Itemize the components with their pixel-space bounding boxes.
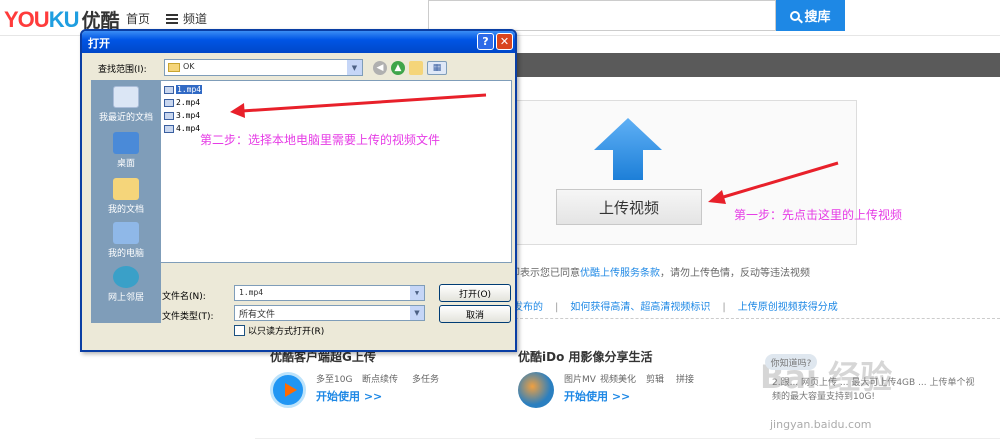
- ido-feature: 拼接: [676, 375, 695, 385]
- video-file-icon: [164, 111, 174, 120]
- places-bar: 我最近的文档 桌面 我的文档 我的电脑 网上邻居: [91, 80, 161, 323]
- place-my-documents[interactable]: 我的文档: [91, 178, 161, 215]
- footer-divider: [255, 438, 1000, 439]
- upload-video-button[interactable]: 上传视频: [556, 189, 702, 225]
- filetype-label: 文件类型(T):: [162, 312, 214, 322]
- place-label: 网上邻居: [107, 293, 144, 303]
- upload-terms-link[interactable]: 优酷上传服务条款: [580, 268, 660, 279]
- my-documents-icon: [113, 178, 139, 200]
- chevron-down-icon[interactable]: ▼: [410, 286, 424, 300]
- faq-badge: 你知道吗?: [765, 354, 817, 370]
- dialog-title: 打开: [88, 37, 110, 50]
- look-in-select[interactable]: OK ▼: [164, 59, 363, 76]
- section-divider: [505, 318, 1000, 319]
- faq-text: 2.跟... 网页上传 ... 最大可上传4GB ... 上传单个视频的最大容量…: [772, 378, 975, 402]
- ido-feature: 图片MV: [564, 375, 596, 385]
- readonly-label: 以只读方式打开(R): [248, 327, 325, 337]
- search-icon: [790, 10, 801, 21]
- baidu-watermark-url: jingyan.baidu.com: [770, 418, 872, 431]
- upload-header-strip: [505, 53, 1000, 77]
- place-label: 我的电脑: [107, 249, 144, 259]
- help-button[interactable]: ?: [477, 33, 494, 50]
- ido-app-icon[interactable]: [518, 372, 554, 408]
- ido-feature: 剪辑: [646, 375, 665, 385]
- client-feature: 多至10G: [316, 375, 353, 385]
- place-label: 我的文档: [107, 205, 144, 215]
- tip-link-revenue[interactable]: 上传原创视频获得分成: [738, 302, 838, 313]
- readonly-checkbox[interactable]: 以只读方式打开(R): [234, 324, 324, 337]
- logo-you-text: YOU: [4, 7, 50, 32]
- checkbox-box[interactable]: [234, 325, 245, 336]
- video-file-icon: [164, 85, 174, 94]
- ido-section-title: 优酷iDo 用影像分享生活: [518, 350, 653, 364]
- step1-arrow: [708, 161, 839, 204]
- place-label: 我最近的文档: [98, 113, 153, 123]
- network-icon: [113, 266, 139, 288]
- place-my-computer[interactable]: 我的电脑: [91, 222, 161, 259]
- cancel-button[interactable]: 取消: [439, 305, 511, 323]
- chevron-down-icon[interactable]: ▼: [347, 60, 362, 75]
- list-item[interactable]: 1.mp4: [164, 84, 203, 95]
- filename-label: 文件名(N):: [162, 292, 206, 302]
- place-label: 桌面: [116, 159, 135, 169]
- upload-arrow-icon: [594, 118, 662, 180]
- agree-suffix: ，请勿上传色情，反动等违法视频: [660, 268, 810, 279]
- folder-icon: [168, 63, 180, 72]
- close-button[interactable]: ✕: [496, 33, 513, 50]
- filename-value: 1.mp4: [239, 288, 264, 297]
- file-name: 3.mp4: [176, 111, 201, 120]
- tip-separator: |: [722, 302, 726, 313]
- dialog-titlebar[interactable]: 打开 ? ✕: [82, 31, 515, 53]
- list-item[interactable]: 3.mp4: [164, 110, 200, 121]
- search-input[interactable]: [428, 0, 776, 31]
- place-recent[interactable]: 我最近的文档: [91, 86, 161, 123]
- file-name: 2.mp4: [176, 98, 201, 107]
- step2-arrow: [230, 93, 487, 118]
- tip-link-published[interactable]: 发布的: [513, 302, 543, 313]
- filetype-value: 所有文件: [239, 310, 276, 320]
- place-network[interactable]: 网上邻居: [91, 266, 161, 303]
- client-feature: 多任务: [412, 375, 440, 385]
- view-menu-icon[interactable]: ▦: [427, 61, 447, 75]
- nav-home-link[interactable]: 首页: [126, 10, 150, 27]
- desktop-icon: [113, 132, 139, 154]
- nav-channel-link[interactable]: 频道: [166, 10, 207, 27]
- client-start-link[interactable]: 开始使用 >>: [316, 388, 382, 404]
- open-file-dialog: 打开 ? ✕ 查找范围(I): OK ▼ ◀ ▲ ▦ 我最近的文档 桌面 我的文档…: [80, 29, 517, 352]
- youku-client-icon[interactable]: [270, 372, 306, 408]
- tip-separator: |: [555, 302, 559, 313]
- search-button-label: 搜库: [804, 10, 831, 25]
- my-computer-icon: [113, 222, 139, 244]
- back-icon[interactable]: ◀: [373, 61, 387, 75]
- file-name: 4.mp4: [176, 124, 201, 133]
- step2-annotation: 第二步：选择本地电脑里需要上传的视频文件: [200, 133, 441, 147]
- search-button[interactable]: 搜库: [776, 0, 845, 31]
- place-desktop[interactable]: 桌面: [91, 132, 161, 169]
- up-folder-icon[interactable]: ▲: [391, 61, 405, 75]
- list-item[interactable]: 4.mp4: [164, 123, 200, 134]
- nav-channel-label: 频道: [183, 12, 208, 26]
- video-file-icon: [164, 124, 174, 133]
- list-item[interactable]: 2.mp4: [164, 97, 200, 108]
- upload-agreement-text: 即表示您已同意优酷上传服务条款，请勿上传色情，反动等违法视频: [510, 264, 810, 279]
- menu-icon: [166, 14, 178, 24]
- ido-feature: 视频美化: [600, 375, 637, 385]
- recent-docs-icon: [113, 86, 139, 108]
- ido-start-link[interactable]: 开始使用 >>: [564, 388, 630, 404]
- file-name: 1.mp4: [176, 85, 203, 94]
- tip-link-hd[interactable]: 如何获得高清、超高清视频标识: [570, 302, 710, 313]
- filename-input[interactable]: 1.mp4 ▼: [234, 285, 425, 301]
- chevron-down-icon[interactable]: ▼: [410, 306, 424, 320]
- logo-ku-text: KU: [48, 7, 80, 32]
- upload-tips-row: 发布的 | 如何获得高清、超高清视频标识 | 上传原创视频获得分成: [513, 298, 838, 313]
- look-in-value: OK: [183, 62, 195, 71]
- new-folder-icon[interactable]: [409, 61, 423, 75]
- open-button[interactable]: 打开(O): [439, 284, 511, 302]
- video-file-icon: [164, 98, 174, 107]
- filetype-select[interactable]: 所有文件 ▼: [234, 305, 425, 321]
- agree-prefix: 即表示您已同意: [510, 268, 580, 279]
- client-feature: 断点续传: [362, 375, 399, 385]
- look-in-label: 查找范围(I):: [98, 65, 147, 75]
- step1-annotation: 第一步：先点击这里的上传视频: [734, 208, 903, 222]
